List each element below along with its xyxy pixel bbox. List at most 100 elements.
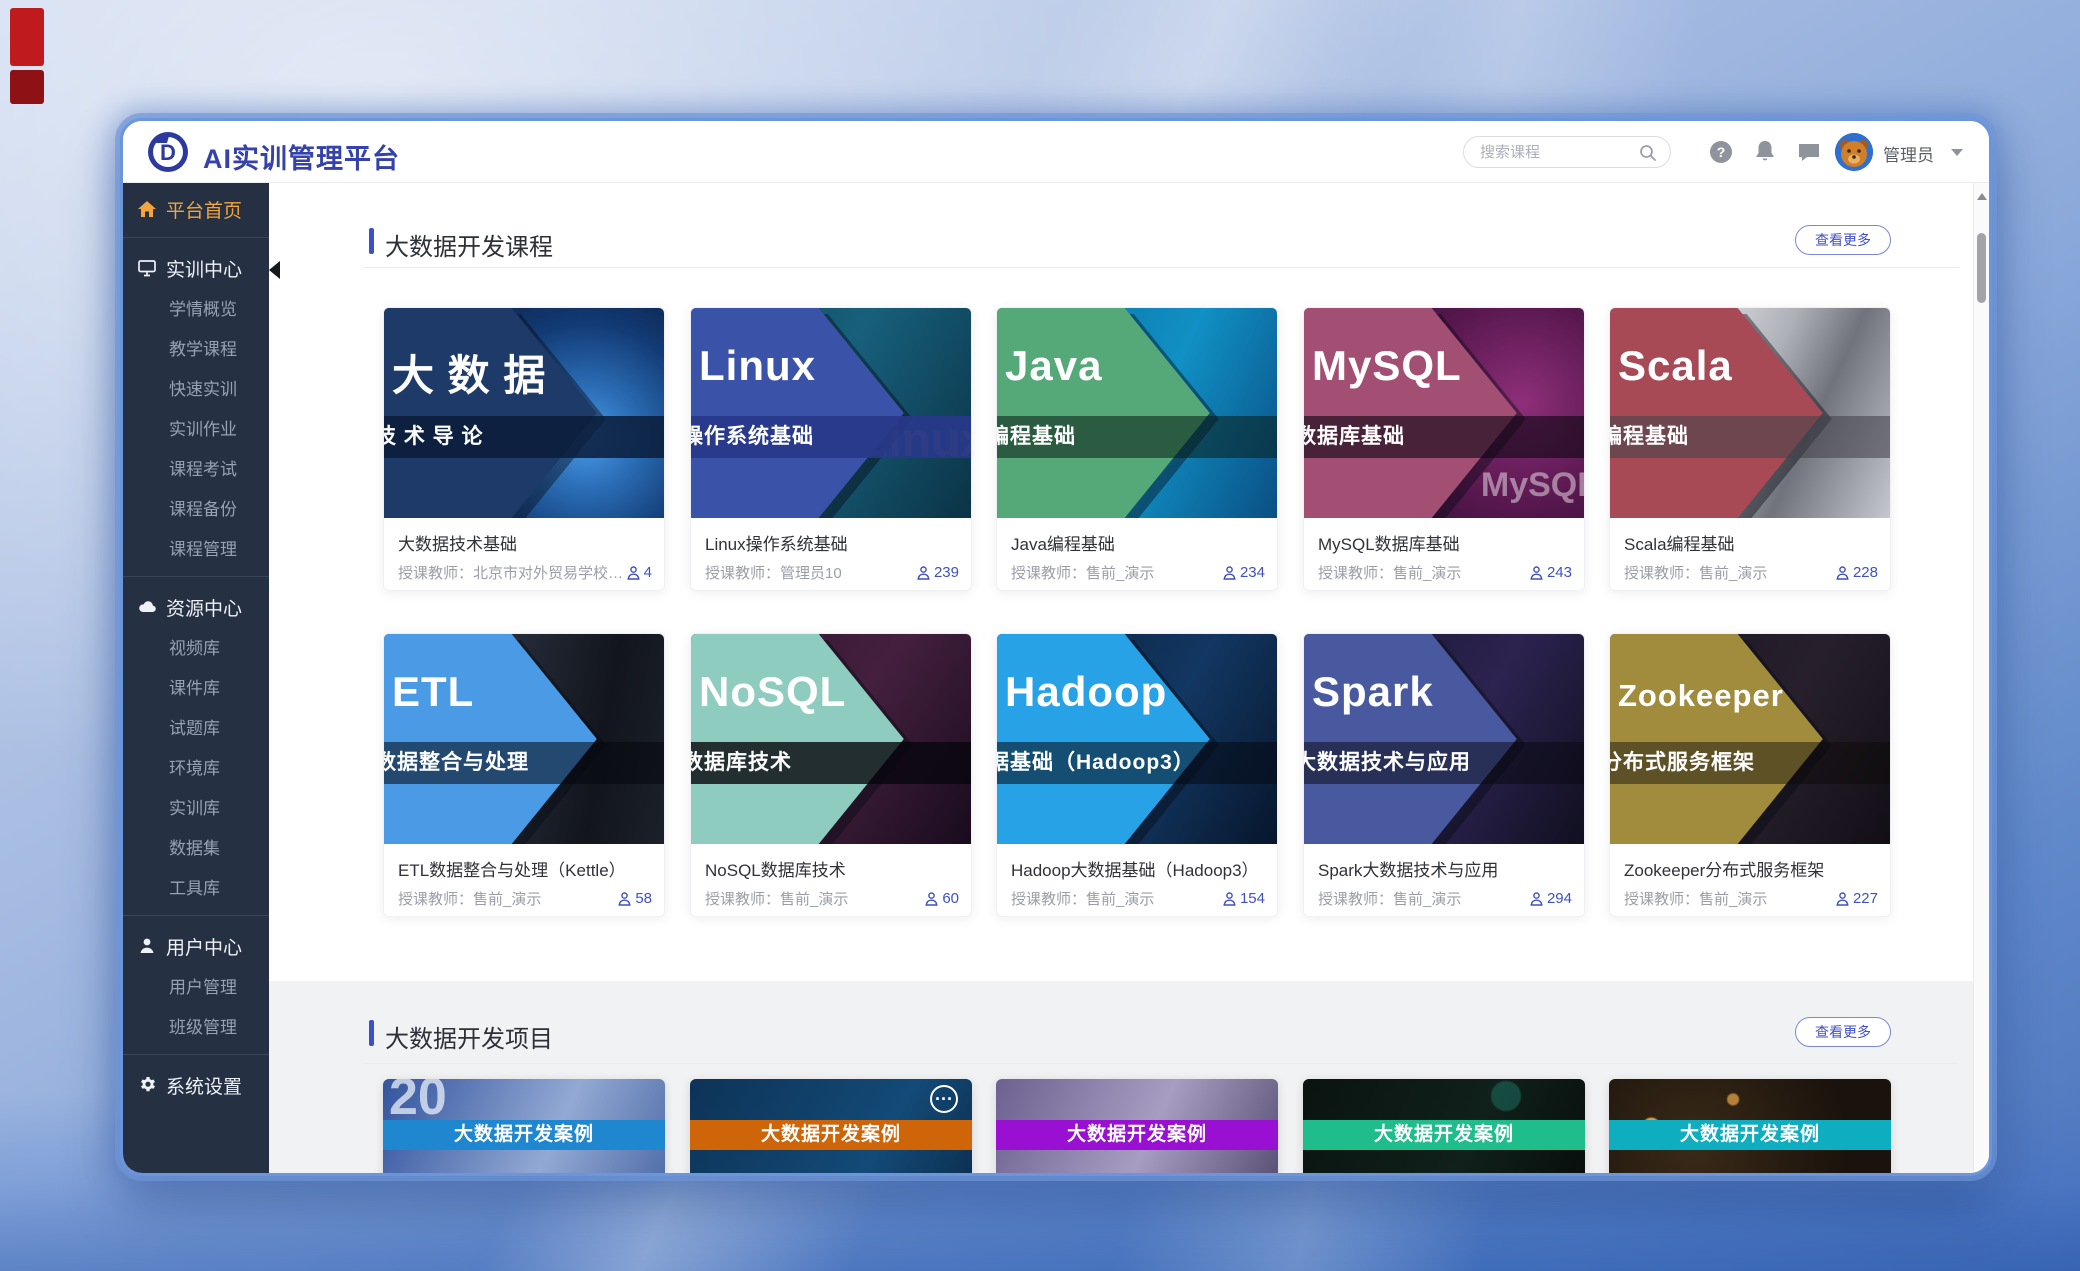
caret-down-icon[interactable] (1951, 149, 1963, 156)
message-chat-icon[interactable] (1795, 138, 1823, 166)
thumbnail-subtitle: 编程基础 (997, 416, 1277, 458)
sidebar-item-home[interactable]: 平台首页 (123, 187, 269, 231)
course-teacher: 授课教师：售前_演示 (1624, 888, 1767, 909)
sidebar-subitem[interactable]: 数据集 (123, 829, 269, 869)
user-icon (137, 936, 157, 956)
search-icon[interactable] (1638, 143, 1658, 163)
course-count-value: 58 (635, 890, 652, 907)
course-card[interactable]: ETL 数据整合与处理 ETL数据整合与处理（Kettle） 授课教师：售前_演… (383, 633, 665, 917)
project-banner-text: 大数据开发案例 (1680, 1124, 1820, 1145)
course-teacher: 授课教师：北京市对外贸易学校教... (398, 562, 627, 583)
project-watermark: ··· (930, 1085, 958, 1113)
user-name[interactable]: 管理员 (1883, 141, 1934, 166)
thumbnail-subtitle-band: 数据库基础 (1304, 416, 1584, 458)
thumbnail-big-title: MySQL (1312, 342, 1462, 390)
course-student-count: 228 (1836, 564, 1878, 581)
sidebar-group-user-center[interactable]: 用户中心 (123, 924, 269, 968)
sidebar-collapse-handle[interactable] (269, 261, 280, 279)
course-card[interactable]: 大 数 据 技 术 导 论 大数据技术基础 授课教师：北京市对外贸易学校教...… (383, 307, 665, 591)
sidebar-subitem[interactable]: 学情概览 (123, 290, 269, 330)
view-more-courses-button[interactable]: 查看更多 (1795, 225, 1891, 255)
project-card[interactable]: 大数据开发案例 (996, 1079, 1278, 1173)
avatar-bear-image (1835, 133, 1873, 171)
course-title: MySQL数据库基础 (1318, 530, 1572, 555)
course-teacher: 授课教师：售前_演示 (1011, 888, 1154, 909)
sidebar-subitem[interactable]: 课程管理 (123, 530, 269, 570)
scrollbar-thumb[interactable] (1977, 233, 1986, 303)
help-icon[interactable]: ? (1707, 138, 1735, 166)
notification-bell-icon[interactable] (1751, 138, 1779, 166)
scrollbar-track[interactable] (1973, 183, 1989, 1173)
sidebar-subitem[interactable]: 环境库 (123, 749, 269, 789)
sidebar-subitem[interactable]: 实训作业 (123, 410, 269, 450)
app-title: AI实训管理平台 (203, 137, 400, 176)
sidebar-subitem[interactable]: 班级管理 (123, 1008, 269, 1048)
person-icon (1530, 892, 1543, 906)
sidebar-subitem[interactable]: 教学课程 (123, 330, 269, 370)
thumbnail-subtitle-band: 大数据技术与应用 (1304, 742, 1584, 784)
sidebar-group-label: 系统设置 (166, 1072, 242, 1099)
view-more-projects-button[interactable]: 查看更多 (1795, 1017, 1891, 1047)
project-card[interactable]: 大数据开发案例 (1609, 1079, 1891, 1173)
course-card[interactable]: Hadoop 据基础（Hadoop3） Hadoop大数据基础（Hadoop3）… (996, 633, 1278, 917)
course-info: Zookeeper分布式服务框架 授课教师：售前_演示 227 (1610, 844, 1890, 917)
sidebar-subitem[interactable]: 用户管理 (123, 968, 269, 1008)
course-info: Scala编程基础 授课教师：售前_演示 228 (1610, 518, 1890, 591)
course-card[interactable]: MySQL MySQL 数据库基础 MySQL数据库基础 授课教师：售前_演示 … (1303, 307, 1585, 591)
thumbnail-big-title: Linux (699, 342, 816, 390)
sidebar-subitem[interactable]: 实训库 (123, 789, 269, 829)
project-card[interactable]: 大数据开发案例 (1303, 1079, 1585, 1173)
course-card[interactable]: Scala 编程基础 Scala编程基础 授课教师：售前_演示 228 (1609, 307, 1891, 591)
course-count-value: 234 (1240, 564, 1265, 581)
course-thumbnail: Zookeeper 分布式服务框架 (1610, 634, 1890, 844)
course-card[interactable]: Java 编程基础 Java编程基础 授课教师：售前_演示 234 (996, 307, 1278, 591)
search-input[interactable] (1480, 140, 1630, 164)
user-avatar[interactable] (1835, 133, 1873, 171)
course-thumbnail: Hadoop 据基础（Hadoop3） (997, 634, 1277, 844)
course-thumbnail: ETL 数据整合与处理 (384, 634, 664, 844)
course-count-value: 227 (1853, 890, 1878, 907)
thumbnail-subtitle: 大数据技术与应用 (1304, 742, 1584, 784)
scrollbar-up-button[interactable] (1977, 193, 1987, 200)
svg-text:?: ? (1717, 144, 1726, 160)
course-title: Spark大数据技术与应用 (1318, 856, 1572, 881)
sidebar-subitem[interactable]: 快速实训 (123, 370, 269, 410)
thumbnail-subtitle-band: 技 术 导 论 (384, 416, 664, 458)
sidebar-group-training-center[interactable]: 实训中心 (123, 246, 269, 290)
course-student-count: 4 (627, 564, 652, 581)
course-student-count: 239 (917, 564, 959, 581)
course-teacher: 授课教师：售前_演示 (1318, 888, 1461, 909)
thumbnail-big-title: Spark (1312, 668, 1434, 716)
thumbnail-arrow-shape (691, 308, 904, 518)
project-card[interactable]: 20 大数据开发案例 (383, 1079, 665, 1173)
course-title: Zookeeper分布式服务框架 (1624, 856, 1878, 881)
thumbnail-big-title: NoSQL (699, 668, 846, 716)
course-student-count: 154 (1223, 890, 1265, 907)
sidebar-divider (123, 237, 269, 238)
sidebar-subitem[interactable]: 课程考试 (123, 450, 269, 490)
thumbnail-big-title: Scala (1618, 342, 1733, 390)
course-card[interactable]: Spark 大数据技术与应用 Spark大数据技术与应用 授课教师：售前_演示 … (1303, 633, 1585, 917)
course-teacher: 授课教师：售前_演示 (1624, 562, 1767, 583)
project-banner: 大数据开发案例 (1609, 1120, 1891, 1150)
sidebar-group-resource-center[interactable]: 资源中心 (123, 585, 269, 629)
thumbnail-subtitle: 数据整合与处理 (384, 742, 664, 784)
sidebar-subitem[interactable]: 课程备份 (123, 490, 269, 530)
sidebar-subitem[interactable]: 试题库 (123, 709, 269, 749)
thumbnail-big-title: ETL (392, 668, 474, 716)
search-box (1463, 136, 1671, 168)
sidebar-subitem[interactable]: 工具库 (123, 869, 269, 909)
course-card[interactable]: NoSQL 数据库技术 NoSQL数据库技术 授课教师：售前_演示 60 (690, 633, 972, 917)
project-card[interactable]: ··· 大数据开发案例 (690, 1079, 972, 1173)
sidebar-group-system-settings[interactable]: 系统设置 (123, 1063, 269, 1107)
sidebar-subitem[interactable]: 视频库 (123, 629, 269, 669)
course-card[interactable]: Zookeeper 分布式服务框架 Zookeeper分布式服务框架 授课教师：… (1609, 633, 1891, 917)
gear-icon (137, 1075, 157, 1095)
svg-text:D: D (160, 140, 176, 165)
course-card[interactable]: Linux Linux 操作系统基础 Linux操作系统基础 授课教师：管理员1… (690, 307, 972, 591)
course-count-value: 228 (1853, 564, 1878, 581)
sidebar-subitem[interactable]: 课件库 (123, 669, 269, 709)
person-icon (925, 892, 938, 906)
course-teacher: 授课教师：售前_演示 (398, 888, 541, 909)
course-title: Linux操作系统基础 (705, 530, 959, 555)
